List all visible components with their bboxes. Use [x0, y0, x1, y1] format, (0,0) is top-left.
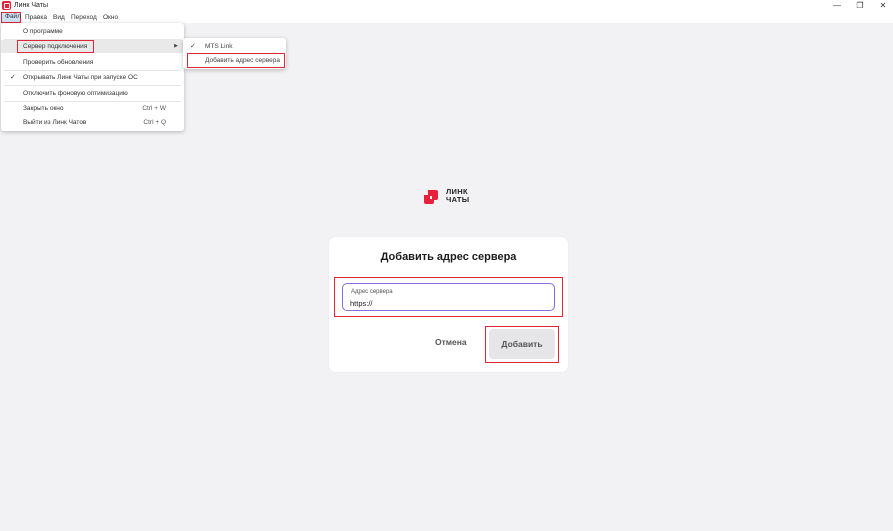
menu-item-label: Выйти из Линк Чатов: [23, 119, 87, 126]
app-logo: ЛИНК ЧАТЫ: [424, 188, 484, 206]
chevron-right-icon: ▶: [174, 43, 178, 49]
app-logo-icon: [2, 1, 11, 10]
menu-divider: [4, 85, 181, 86]
menu-go[interactable]: Переход: [71, 12, 97, 23]
submenu-item-mts-link[interactable]: ✓ MTS Link: [183, 40, 286, 53]
menu-item-launch-at-startup[interactable]: ✓ Открывать Линк Чаты при запуске ОС: [1, 71, 184, 84]
minimize-button[interactable]: —: [830, 0, 844, 12]
title-bar: Линк Чаты — ❐ ✕: [0, 0, 893, 12]
menu-view[interactable]: Вид: [53, 12, 65, 23]
menu-item-close-window[interactable]: Закрыть окно Ctrl + W: [1, 102, 184, 115]
cancel-button[interactable]: Отмена: [435, 337, 467, 347]
add-server-dialog: Добавить адрес сервера Адрес сервера Отм…: [329, 237, 568, 372]
link-chats-logo-icon: [424, 190, 438, 204]
server-address-label: Адрес сервера: [351, 289, 393, 295]
close-button[interactable]: ✕: [876, 0, 890, 12]
menu-item-label: Открывать Линк Чаты при запуске ОС: [23, 74, 138, 81]
menu-item-about[interactable]: О программе: [1, 25, 184, 38]
server-submenu: ✓ MTS Link Добавить адрес сервера: [183, 38, 286, 69]
submenu-item-label: MTS Link: [205, 43, 233, 50]
check-icon: ✓: [10, 74, 16, 81]
menu-item-disable-optimization[interactable]: Отключить фоновую оптимизацию: [1, 87, 184, 100]
maximize-button[interactable]: ❐: [853, 0, 867, 12]
server-address-field[interactable]: Адрес сервера: [342, 283, 555, 311]
file-menu: О программе Сервер подключения ▶ Провери…: [1, 23, 184, 131]
logo-line-2: ЧАТЫ: [446, 195, 470, 204]
menu-item-label: О программе: [23, 28, 63, 35]
server-address-input[interactable]: [350, 297, 548, 309]
dialog-title: Добавить адрес сервера: [380, 251, 517, 263]
highlight-frame: [187, 53, 285, 68]
menu-item-label: Проверить обновления: [23, 59, 94, 66]
menu-item-check-updates[interactable]: Проверить обновления: [1, 56, 184, 69]
menu-item-label: Отключить фоновую оптимизацию: [23, 90, 128, 97]
menu-window[interactable]: Окно: [103, 12, 118, 23]
menu-bar: Файл Правка Вид Переход Окно: [0, 12, 893, 23]
shortcut-label: Ctrl + W: [142, 105, 166, 112]
menu-edit[interactable]: Правка: [25, 12, 47, 23]
add-button[interactable]: Добавить: [489, 329, 555, 359]
window-title: Линк Чаты: [14, 2, 49, 9]
menu-file[interactable]: Файл: [1, 12, 21, 23]
menu-item-label: Закрыть окно: [23, 105, 64, 112]
highlight-frame: [17, 40, 94, 53]
check-icon: ✓: [190, 43, 196, 50]
logo-text: ЛИНК ЧАТЫ: [446, 188, 469, 204]
menu-item-quit[interactable]: Выйти из Линк Чатов Ctrl + Q: [1, 116, 184, 129]
shortcut-label: Ctrl + Q: [143, 119, 166, 126]
